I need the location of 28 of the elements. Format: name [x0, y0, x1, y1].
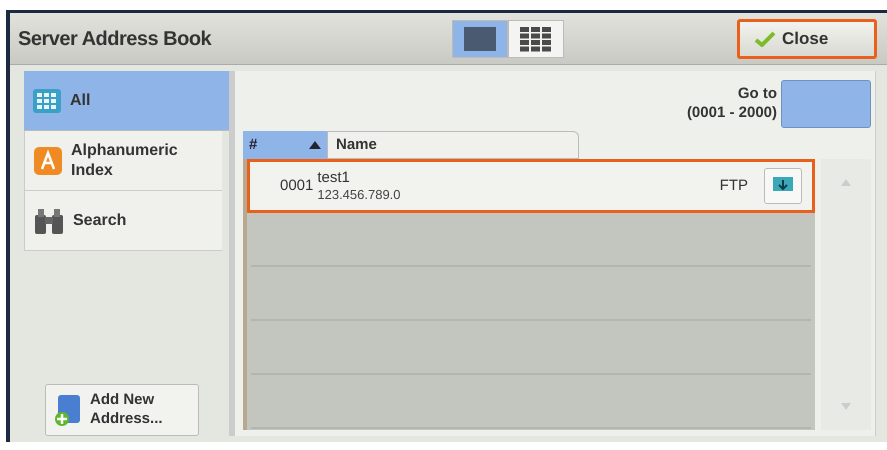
scroll-up-icon [841, 179, 851, 186]
protocol-label: FTP [720, 176, 748, 196]
details-button[interactable] [764, 168, 802, 204]
address-add-icon [54, 393, 82, 427]
sidebar-tab[interactable]: Search [24, 191, 222, 251]
check-icon [754, 30, 776, 46]
sidebar-tab[interactable]: Alphanumeric Index [24, 131, 222, 191]
entry-number: 0001 [280, 176, 314, 196]
window-title: Server Address Book [18, 26, 212, 52]
sidebar-tab[interactable]: All [24, 71, 229, 131]
add-address-button[interactable]: Add New Address... [45, 384, 199, 436]
list-view-icon [463, 26, 497, 52]
letter-tile-icon [33, 146, 63, 176]
entry-address: 123.456.789.0 [317, 187, 401, 204]
goto-range: (0001 - 2000) [686, 104, 777, 123]
view-tab[interactable] [452, 20, 508, 58]
binoculars-icon [33, 206, 65, 234]
goto-field[interactable] [781, 80, 871, 128]
view-tab[interactable] [508, 20, 564, 58]
column-header[interactable]: # [243, 131, 327, 159]
goto-label: Go to [738, 85, 777, 104]
grid-icon [32, 88, 62, 114]
entry-name: test1 [317, 168, 351, 188]
scroll-down-icon [841, 403, 851, 410]
close-button[interactable]: Close [737, 18, 877, 58]
grid-view-icon [519, 26, 553, 52]
sort-ascending-icon [309, 141, 321, 149]
column-header[interactable]: Name [327, 131, 579, 159]
